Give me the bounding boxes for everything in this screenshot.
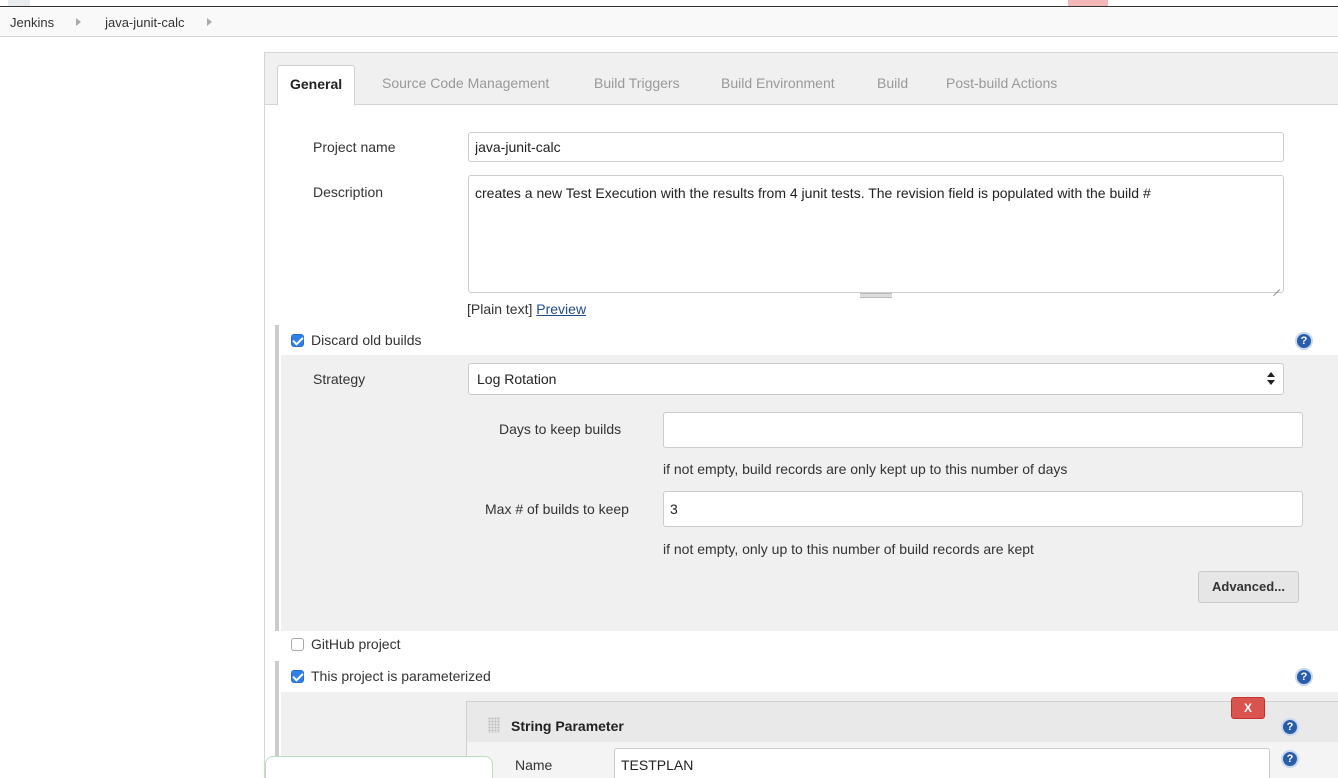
window-top-strip bbox=[0, 0, 1338, 7]
preview-link[interactable]: Preview bbox=[536, 301, 586, 317]
strategy-label: Strategy bbox=[313, 371, 366, 387]
config-tabbar: General Source Code Management Build Tri… bbox=[265, 53, 1338, 106]
drag-handle-icon[interactable] bbox=[488, 717, 500, 733]
delete-parameter-button[interactable]: X bbox=[1231, 697, 1265, 719]
days-to-keep-input[interactable] bbox=[663, 412, 1303, 448]
strategy-select[interactable]: Log Rotation bbox=[468, 363, 1284, 395]
parameter-name-label: Name bbox=[515, 757, 553, 773]
textarea-grip-handle[interactable] bbox=[860, 293, 892, 298]
strategy-selected-value: Log Rotation bbox=[477, 371, 557, 387]
breadcrumb-jenkins[interactable]: Jenkins bbox=[10, 15, 54, 30]
max-builds-input[interactable] bbox=[663, 491, 1303, 527]
string-parameter-box: String Parameter X ? Name ? bbox=[466, 697, 1338, 778]
max-builds-hint: if not empty, only up to this number of … bbox=[663, 541, 1034, 557]
days-to-keep-label: Days to keep builds bbox=[499, 421, 622, 437]
parameterized-label: This project is parameterized bbox=[311, 668, 491, 684]
max-builds-label: Max # of builds to keep bbox=[485, 501, 629, 517]
top-strip-mark bbox=[8, 0, 30, 6]
days-to-keep-hint: if not empty, build records are only kep… bbox=[663, 461, 1068, 477]
tab-build[interactable]: Build bbox=[877, 67, 908, 105]
select-arrows-icon bbox=[1267, 372, 1275, 386]
github-project-label: GitHub project bbox=[311, 636, 401, 652]
project-name-input[interactable] bbox=[468, 132, 1284, 162]
tab-build-environment[interactable]: Build Environment bbox=[721, 67, 835, 105]
bottom-floating-panel bbox=[265, 756, 493, 778]
parameter-name-input[interactable] bbox=[614, 748, 1270, 778]
string-parameter-title: String Parameter bbox=[511, 718, 624, 734]
breadcrumb-separator-icon[interactable] bbox=[76, 18, 82, 26]
plain-text-label: [Plain text] bbox=[467, 301, 533, 317]
help-icon[interactable]: ? bbox=[1281, 750, 1299, 768]
parameterized-checkbox[interactable] bbox=[291, 670, 304, 683]
breadcrumb-project[interactable]: java-junit-calc bbox=[105, 15, 184, 30]
tab-general[interactable]: General bbox=[277, 65, 356, 106]
help-icon[interactable]: ? bbox=[1295, 668, 1313, 686]
help-icon[interactable]: ? bbox=[1281, 718, 1299, 736]
breadcrumb-separator-icon[interactable] bbox=[206, 18, 212, 26]
discard-old-builds-label: Discard old builds bbox=[311, 332, 422, 348]
discard-old-builds-checkbox[interactable] bbox=[291, 334, 304, 347]
description-textarea[interactable]: creates a new Test Execution with the re… bbox=[468, 175, 1284, 293]
discard-section-bar bbox=[275, 325, 279, 631]
breadcrumb: Jenkins java-junit-calc bbox=[0, 8, 1338, 37]
github-project-checkbox[interactable] bbox=[291, 638, 304, 651]
textarea-resize-icon[interactable] bbox=[1271, 281, 1281, 291]
tab-post-build-actions[interactable]: Post-build Actions bbox=[946, 67, 1057, 105]
tab-build-triggers[interactable]: Build Triggers bbox=[594, 67, 680, 105]
job-config-panel: General Source Code Management Build Tri… bbox=[264, 52, 1338, 778]
advanced-button[interactable]: Advanced... bbox=[1198, 571, 1299, 603]
description-format-line: [Plain text] Preview bbox=[467, 301, 586, 317]
description-label: Description bbox=[313, 184, 384, 200]
tab-source-code-management[interactable]: Source Code Management bbox=[382, 67, 549, 105]
project-name-label: Project name bbox=[313, 139, 396, 155]
help-icon[interactable]: ? bbox=[1295, 332, 1313, 350]
top-strip-alert-mark bbox=[1068, 0, 1108, 6]
